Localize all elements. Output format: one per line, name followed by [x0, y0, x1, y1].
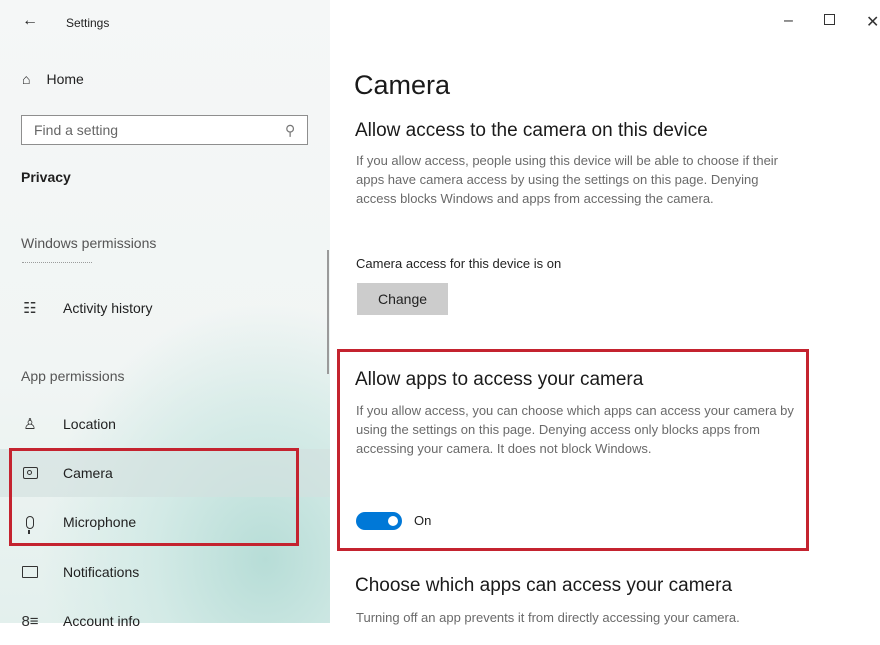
app-access-description: If you allow access, you can choose whic… — [356, 403, 794, 456]
sidebar-item-notifications[interactable]: Notifications — [0, 548, 330, 596]
category-title: Privacy — [21, 169, 71, 185]
window-title: Settings — [66, 16, 110, 30]
sidebar-item-label: Account info — [63, 613, 141, 629]
activity-history-icon: ☷ — [23, 300, 37, 317]
highlight-box-sidebar — [9, 448, 299, 546]
search-box[interactable]: ⚲ — [21, 115, 308, 145]
choose-apps-description: Turning off an app prevents it from dire… — [356, 610, 740, 625]
sidebar-item-location[interactable]: ♙ Location — [0, 400, 330, 448]
maximize-icon[interactable] — [824, 14, 835, 25]
title-bar: ← Settings – ✕ — [0, 0, 880, 44]
account-info-icon: 8≡ — [21, 612, 39, 630]
sidebar-item-label: Notifications — [63, 564, 140, 580]
page-title: Camera — [354, 70, 451, 100]
toggle-knob — [388, 516, 398, 526]
change-button[interactable]: Change — [357, 283, 448, 315]
sidebar-item-activity-history[interactable]: ☷ Activity history — [0, 284, 330, 332]
clipped-nav-item — [22, 262, 92, 269]
location-icon: ♙ — [23, 416, 37, 433]
device-access-description: If you allow access, people using this d… — [356, 153, 779, 206]
back-arrow-icon[interactable]: ← — [22, 12, 38, 30]
choose-apps-heading: Choose which apps can access your camera — [355, 575, 733, 596]
search-icon[interactable]: ⚲ — [285, 122, 295, 139]
notifications-icon — [22, 566, 38, 578]
home-icon: ⌂ — [22, 71, 31, 87]
nav-home-label: Home — [46, 71, 84, 87]
device-access-status: Camera access for this device is on — [356, 256, 562, 271]
search-input[interactable] — [34, 122, 274, 138]
device-access-heading: Allow access to the camera on this devic… — [355, 120, 708, 141]
sidebar-item-label: Location — [63, 416, 116, 432]
close-icon[interactable]: ✕ — [866, 12, 879, 32]
app-access-toggle-state: On — [414, 513, 432, 528]
sidebar-item-account-info[interactable]: 8≡ Account info — [0, 597, 330, 645]
section-app-permissions: App permissions — [21, 368, 125, 384]
app-access-heading: Allow apps to access your camera — [355, 369, 644, 390]
minimize-icon[interactable]: – — [784, 12, 793, 30]
section-windows-permissions: Windows permissions — [21, 235, 157, 251]
sidebar-item-label: Activity history — [63, 300, 153, 316]
app-access-toggle[interactable] — [356, 512, 402, 530]
nav-home[interactable]: ⌂ Home — [22, 71, 84, 87]
sidebar-scrollbar[interactable] — [327, 250, 329, 374]
